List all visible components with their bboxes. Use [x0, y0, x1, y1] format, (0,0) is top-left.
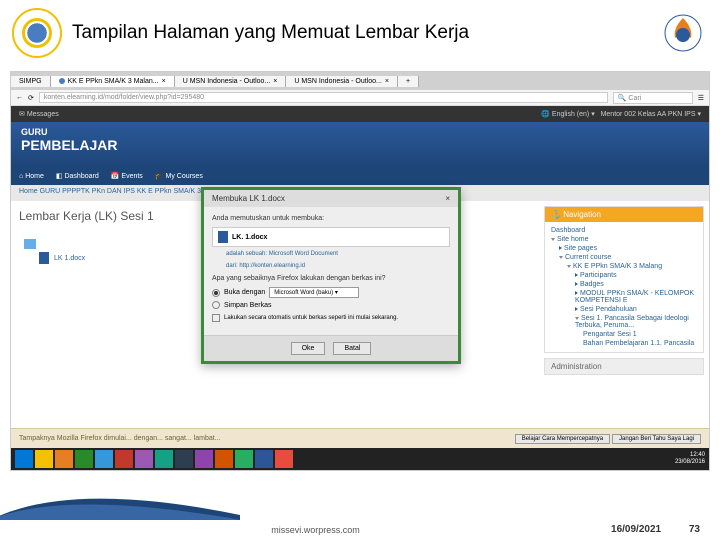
lms-nav: Home ◧ Dashboard 📅 Events 🎓 My Courses [11, 167, 709, 185]
radio-open-with[interactable] [212, 289, 220, 297]
footer-date: 16/09/2021 [611, 524, 661, 535]
nav-link[interactable]: KK E PPkn SMA/K 3 Malang [573, 263, 662, 270]
app-icon[interactable] [115, 450, 133, 468]
globe-icon [59, 78, 65, 84]
browser-screenshot: SIMPG KK E PPkn SMA/K 3 Malan... × U MSN… [10, 71, 710, 471]
dialog-fileloc: dari: http://konten.elearning.id [226, 263, 450, 269]
radio-save[interactable] [212, 301, 220, 309]
file-link[interactable]: LK 1.docx [54, 255, 85, 262]
dialog-filetype: adalah sebuah: Microsoft Word Document [226, 251, 450, 257]
footer-page: 73 [689, 524, 700, 535]
lms-header: GURU PEMBELAJAR [11, 122, 709, 167]
nav-link[interactable]: Pengantar Sesi 1 [583, 331, 637, 338]
app-icon[interactable] [195, 450, 213, 468]
browser-tab[interactable]: U MSN Indonesia - Outloo... × [286, 76, 398, 87]
close-icon[interactable]: × [273, 78, 277, 85]
reload-icon[interactable]: ⟳ [28, 94, 34, 102]
app-icon[interactable] [175, 450, 193, 468]
remember-checkbox[interactable] [212, 314, 220, 322]
new-tab-button[interactable]: + [398, 76, 419, 87]
slow-message: Tampaknya Mozilla Firefox dimulai... den… [19, 435, 221, 442]
app-select[interactable]: Microsoft Word (baku) ▾ [269, 287, 359, 298]
explorer-icon[interactable] [35, 450, 53, 468]
app-icon[interactable] [235, 450, 253, 468]
admin-panel-title: Administration [545, 359, 703, 374]
download-dialog: Membuka LK 1.docx × Anda memutuskan untuk… [201, 187, 461, 364]
lang-switcher[interactable]: 🌐 English (en) ▾ [541, 111, 595, 118]
nav-dashboard[interactable]: ◧ Dashboard [56, 172, 99, 180]
nav-link[interactable]: Site home [557, 236, 589, 243]
start-button[interactable] [15, 450, 33, 468]
browser-tab[interactable]: SIMPG [11, 76, 51, 87]
messages-link[interactable]: Messages [27, 111, 59, 118]
app-icon[interactable] [155, 450, 173, 468]
ok-button[interactable]: Oke [291, 342, 326, 355]
brand-line1: GURU [21, 127, 699, 137]
remember-label: Lakukan secara otomatis untuk berkas sep… [224, 315, 398, 321]
url-input[interactable]: konten.elearning.id/mod/folder/view.php?… [39, 92, 608, 103]
dialog-title: Membuka LK 1.docx [212, 194, 285, 203]
dialog-prompt: Anda memutuskan untuk membuka: [212, 215, 450, 222]
dismiss-button[interactable]: Jangan Beri Tahu Saya Lagi [612, 434, 701, 444]
url-bar: ← ⟳ konten.elearning.id/mod/folder/view.… [11, 90, 709, 106]
browser-tab[interactable]: KK E PPkn SMA/K 3 Malan... × [51, 76, 175, 87]
word-doc-icon [218, 231, 228, 243]
word-doc-icon [39, 252, 49, 264]
save-label: Simpan Berkas [224, 302, 271, 309]
firefox-icon[interactable] [55, 450, 73, 468]
nav-link[interactable]: Bahan Pembelajaran 1.1. Pancasila [583, 340, 694, 347]
nav-link[interactable]: Badges [580, 281, 604, 288]
cancel-button[interactable]: Batal [333, 342, 371, 355]
app-icon[interactable] [95, 450, 113, 468]
nav-link[interactable]: Sesi 1. Pancasila Sebagai Ideologi Terbu… [575, 315, 689, 329]
nav-panel-title: ⚓ Navigation [545, 207, 703, 222]
windows-taskbar: 12:4023/08/2016 [11, 448, 709, 470]
nav-courses[interactable]: 🎓 My Courses [155, 172, 203, 180]
app-icon[interactable] [135, 450, 153, 468]
system-tray[interactable]: 12:4023/08/2016 [675, 452, 705, 466]
word-icon[interactable] [255, 450, 273, 468]
nav-home[interactable]: Home [19, 173, 44, 180]
dialog-filename: LK. 1.docx [232, 234, 267, 241]
logo-kemdikbud [12, 8, 62, 58]
nav-link[interactable]: Participants [580, 272, 617, 279]
nav-link[interactable]: Current course [565, 254, 611, 261]
browser-tab[interactable]: U MSN Indonesia - Outloo... × [175, 76, 287, 87]
navigation-panel: ⚓ Navigation Dashboard Site home Site pa… [544, 206, 704, 353]
back-icon[interactable]: ← [16, 94, 23, 101]
nav-events[interactable]: 📅 Events [111, 172, 143, 180]
browser-tab-bar: SIMPG KK E PPkn SMA/K 3 Malan... × U MSN… [11, 72, 709, 90]
lms-topbar: ✉ Messages 🌐 English (en) ▾ Mentor 002 K… [11, 106, 709, 122]
open-with-label: Buka dengan [224, 289, 265, 296]
app-icon[interactable] [75, 450, 93, 468]
close-icon[interactable]: × [445, 194, 450, 203]
learn-button[interactable]: Belajar Cara Mempercepatnya [515, 434, 610, 444]
folder-icon[interactable] [24, 239, 36, 249]
nav-link[interactable]: Site pages [564, 245, 597, 252]
search-input[interactable]: 🔍 Cari [613, 92, 693, 104]
menu-icon[interactable]: ☰ [698, 94, 704, 102]
admin-panel: Administration [544, 358, 704, 375]
slide-title: Tampilan Halaman yang Memuat Lembar Kerj… [72, 22, 469, 44]
close-icon[interactable]: × [385, 78, 389, 85]
brand-line2: PEMBELAJAR [21, 137, 699, 153]
footer-credit: missevi.worpress.com [20, 525, 611, 535]
user-menu[interactable]: Mentor 002 Kelas AA PKN IPS [601, 111, 696, 118]
nav-dashboard-link[interactable]: Dashboard [551, 226, 697, 235]
firefox-slow-bar: Tampaknya Mozilla Firefox dimulai... den… [11, 428, 709, 448]
app-icon[interactable] [275, 450, 293, 468]
dialog-question: Apa yang sebaiknya Firefox lakukan denga… [212, 275, 450, 282]
logo-pppptk [658, 8, 708, 58]
nav-link[interactable]: MODUL PPKn SMA/K - KELOMPOK KOMPETENSI E [575, 290, 694, 304]
nav-link[interactable]: Sesi Pendahuluan [580, 306, 637, 313]
close-icon[interactable]: × [162, 78, 166, 85]
app-icon[interactable] [215, 450, 233, 468]
decorative-swoosh [0, 470, 240, 520]
